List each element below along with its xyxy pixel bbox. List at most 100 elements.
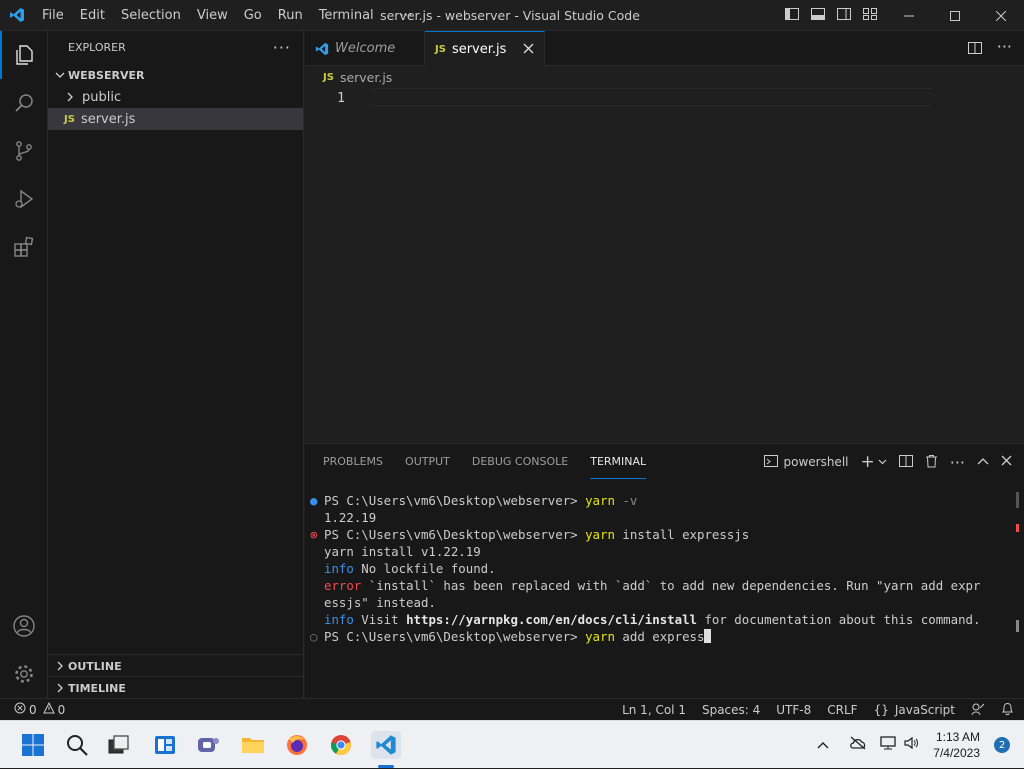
menu-run[interactable]: Run [270,0,311,31]
onedrive-offline-icon[interactable] [849,736,867,754]
network-icon[interactable] [879,735,897,755]
file-explorer-icon[interactable] [239,731,267,759]
tab-server-js[interactable]: JS server.js [425,31,545,66]
chevron-right-icon [52,683,68,693]
settings-gear-icon[interactable] [0,650,48,698]
tree-item-server-js[interactable]: JS server.js [48,108,303,130]
tab-debug-console[interactable]: DEBUG CONSOLE [472,444,568,479]
editor-tabs: Welcome JS server.js ··· [305,31,1024,66]
widgets-icon[interactable] [151,731,179,759]
maximize-panel-icon[interactable] [977,455,989,469]
explorer-sidebar: EXPLORER ··· WEBSERVER public JS server.… [48,31,304,698]
customize-layout-icon[interactable] [862,6,878,22]
timeline-label: TIMELINE [68,681,126,695]
warning-count: 0 [57,702,66,717]
clock[interactable]: 1:13 AM 7/4/2023 [933,729,980,761]
shell-name: powershell [783,455,849,469]
problems-status[interactable]: 0 0 [14,701,66,717]
indentation[interactable]: Spaces: 4 [702,703,760,717]
volume-icon[interactable] [903,736,919,754]
terminal-cursor [704,629,712,643]
new-terminal-icon[interactable]: + [860,452,874,472]
terminal-line: essjs" instead. [324,595,436,610]
chevron-right-icon [62,92,78,102]
breadcrumb[interactable]: JS server.js [305,66,1024,88]
tab-terminal[interactable]: TERMINAL [590,444,647,479]
explorer-title: EXPLORER [68,41,126,54]
terminal-icon [764,454,779,471]
search-icon[interactable] [0,79,48,127]
split-terminal-icon[interactable] [898,454,913,471]
windows-start-icon[interactable] [19,731,47,759]
menu-go[interactable]: Go [236,0,270,31]
notification-badge[interactable]: 2 [994,737,1010,753]
menu-selection[interactable]: Selection [113,0,189,31]
show-hidden-icons-icon[interactable] [817,738,829,753]
toggle-primary-sidebar-icon[interactable] [784,6,800,22]
notifications-bell-icon[interactable] [1001,702,1014,719]
encoding[interactable]: UTF-8 [776,703,811,717]
extensions-icon[interactable] [0,223,48,271]
panel-more-actions-icon[interactable]: ··· [950,453,965,472]
editor-more-actions-icon[interactable]: ··· [997,37,1012,56]
js-file-icon: JS [435,43,446,55]
terminal-scrollbar[interactable] [1016,492,1019,632]
close-tab-icon[interactable] [523,43,534,58]
accounts-icon[interactable] [0,602,48,650]
timeline-section[interactable]: TIMELINE [48,676,303,699]
breadcrumb-file: server.js [339,69,393,85]
menu-view[interactable]: View [189,0,236,31]
outline-section[interactable]: OUTLINE [48,654,303,677]
clock-date: 7/4/2023 [933,746,980,760]
close-panel-icon[interactable] [1001,455,1012,469]
minimize-icon[interactable] [886,0,932,31]
system-tray: 1:13 AM 7/4/2023 2 [817,721,1024,769]
menu-file[interactable]: File [34,0,72,31]
bottom-panel: PROBLEMS OUTPUT DEBUG CONSOLE TERMINAL p… [305,443,1024,698]
vscode-logo-icon [315,42,329,56]
toggle-panel-icon[interactable] [810,6,826,22]
language-mode[interactable]: {} JavaScript [874,703,955,717]
terminal-output[interactable]: ● PS C:\Users\vm6\Desktop\webserver> yarn… [305,492,1024,645]
js-file-icon: JS [64,113,75,125]
taskbar-search-icon[interactable] [63,731,91,759]
line-number: 1 [337,90,345,106]
chevron-down-icon[interactable] [878,455,887,469]
windows-taskbar: 1:13 AM 7/4/2023 2 [0,720,1024,768]
layout-controls [784,6,878,22]
explorer-icon[interactable] [0,31,48,79]
error-count: 0 [29,702,37,717]
feedback-icon[interactable] [971,702,985,719]
source-control-icon[interactable] [0,127,48,175]
workspace-folder-label: WEBSERVER [68,68,145,82]
task-view-icon[interactable] [105,731,133,759]
terminal-input-line[interactable]: ○ PS C:\Users\vm6\Desktop\webserver> yarn… [305,628,1024,645]
vscode-taskbar-icon[interactable] [371,731,401,759]
tab-problems[interactable]: PROBLEMS [323,444,383,479]
firefox-icon[interactable] [283,731,311,759]
tree-item-public[interactable]: public [48,86,303,108]
pending-dot-icon: ○ [310,629,318,644]
tab-output[interactable]: OUTPUT [405,444,450,479]
toggle-secondary-sidebar-icon[interactable] [836,6,852,22]
menu-edit[interactable]: Edit [72,0,113,31]
tab-label: Welcome [335,41,396,56]
chrome-icon[interactable] [327,731,355,759]
terminal-shell-selector[interactable]: powershell [764,454,848,471]
title-bar: File Edit Selection View Go Run Terminal… [0,0,1024,31]
trash-icon[interactable] [925,454,938,471]
terminal-toolbar: powershell + ··· [764,452,1012,472]
teams-chat-icon[interactable] [194,731,222,759]
run-debug-icon[interactable] [0,175,48,223]
terminal-line: error `install` has been replaced with `… [324,578,981,593]
more-actions-icon[interactable]: ··· [273,38,291,57]
language-label: JavaScript [894,703,955,717]
end-of-line[interactable]: CRLF [827,703,857,717]
tab-welcome[interactable]: Welcome [305,31,425,66]
workspace-folder-header[interactable]: WEBSERVER [48,64,303,86]
close-window-icon[interactable] [978,0,1024,31]
current-line-highlight [371,88,931,106]
cursor-position[interactable]: Ln 1, Col 1 [622,703,686,717]
split-editor-icon[interactable] [968,41,982,59]
maximize-icon[interactable] [932,0,978,31]
